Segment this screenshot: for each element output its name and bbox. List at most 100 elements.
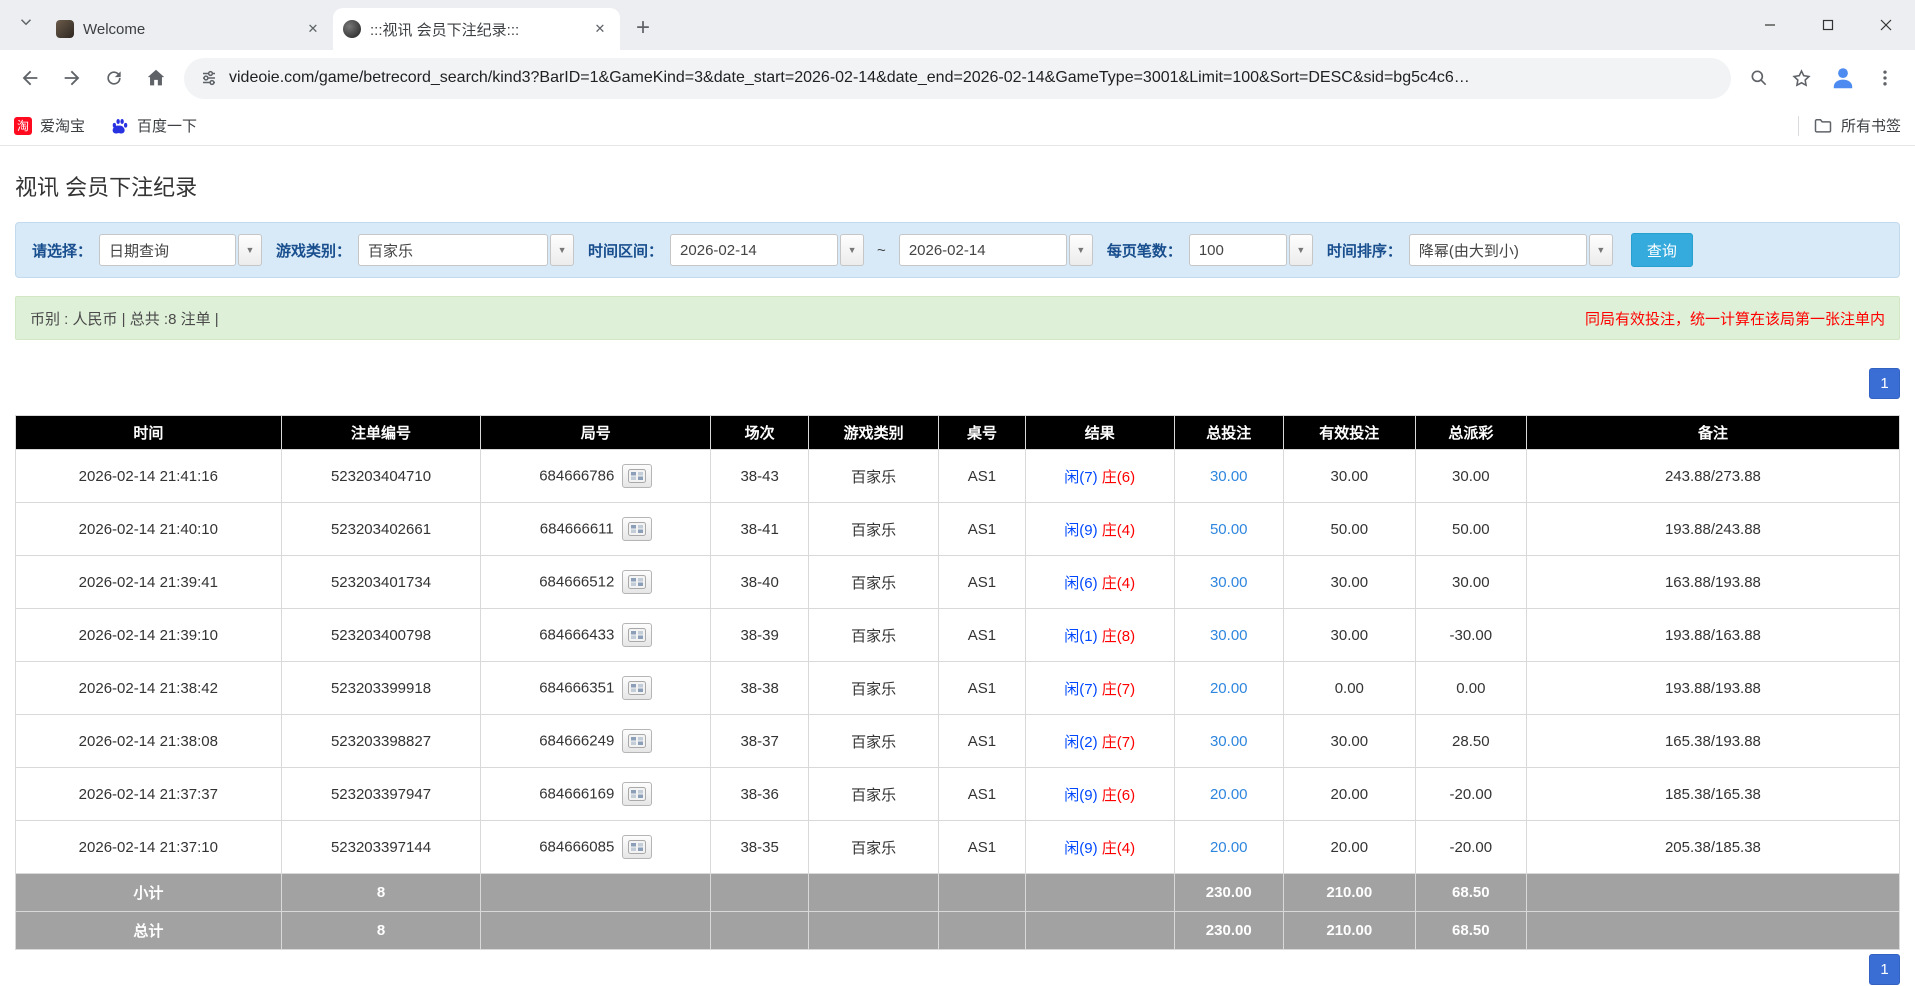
page-title: 视讯 会员下注纪录 [15,170,1900,202]
total-bet-link[interactable]: 30.00 [1210,574,1248,591]
site-settings-icon[interactable] [200,69,218,87]
video-replay-button[interactable] [622,464,652,488]
date-start-dropdown-button[interactable]: ▼ [840,234,864,266]
video-icon [628,522,646,536]
tab-welcome[interactable]: Welcome ✕ [46,8,333,50]
video-replay-button[interactable] [622,676,652,700]
cell-total-bet: 20.00 [1174,821,1283,874]
page-1-button[interactable]: 1 [1869,954,1900,985]
date-end-dropdown-button[interactable]: ▼ [1069,234,1093,266]
page-content: 视讯 会员下注纪录 请选择： ▼ 游戏类别： ▼ 时间区间： ▼ ~ [0,170,1915,985]
result-banker: 庄(4) [1102,840,1135,857]
bookmark-star-button[interactable] [1781,58,1821,98]
back-button[interactable] [10,58,50,98]
video-replay-button[interactable] [622,623,652,647]
game-kind-dropdown-button[interactable]: ▼ [550,234,574,266]
total-bet-link[interactable]: 50.00 [1210,521,1248,538]
cell-time: 2026-02-14 21:38:42 [16,662,282,715]
column-header: 结果 [1025,416,1174,450]
cell-game: 百家乐 [809,556,939,609]
cell-table-no: AS1 [939,609,1026,662]
new-tab-button[interactable]: + [626,11,660,45]
game-kind-input[interactable] [358,234,548,266]
cell-session: 38-39 [711,609,809,662]
result-banker: 庄(7) [1102,734,1135,751]
tab-favicon [343,20,361,38]
query-type-input[interactable] [99,234,236,266]
cell-session: 38-43 [711,450,809,503]
bookmarks-bar-right: 所有书签 [1798,115,1901,136]
tab-search-button[interactable] [8,4,44,40]
tab-close-icon[interactable]: ✕ [303,19,323,39]
summary-cell: 210.00 [1283,874,1415,912]
profile-avatar[interactable] [1823,58,1863,98]
total-bet-link[interactable]: 30.00 [1210,733,1248,750]
cell-time: 2026-02-14 21:37:10 [16,821,282,874]
filter-query-type: 请选择： ▼ [32,234,262,266]
cell-valid-bet: 30.00 [1283,556,1415,609]
cell-round-id: 684666249 [481,715,711,768]
cell-note: 185.38/165.38 [1526,768,1899,821]
bookmark-aitaobao[interactable]: 淘 爱淘宝 [14,115,85,136]
cell-table-no: AS1 [939,556,1026,609]
refresh-button[interactable] [94,58,134,98]
video-replay-button[interactable] [622,782,652,806]
filter-panel: 请选择： ▼ 游戏类别： ▼ 时间区间： ▼ ~ ▼ [15,222,1900,278]
cell-result: 闲(7) 庄(7) [1025,662,1174,715]
column-header: 场次 [711,416,809,450]
cell-session: 38-38 [711,662,809,715]
zoom-button[interactable] [1739,58,1779,98]
cell-total-bet: 50.00 [1174,503,1283,556]
minimize-button[interactable] [1741,0,1799,50]
total-bet-link[interactable]: 30.00 [1210,627,1248,644]
video-icon [628,469,646,483]
cell-time: 2026-02-14 21:41:16 [16,450,282,503]
round-id: 684666169 [539,786,614,803]
cell-valid-bet: 30.00 [1283,450,1415,503]
date-start-input[interactable] [670,234,838,266]
cell-bet-id: 523203397947 [281,768,481,821]
maximize-button[interactable] [1799,0,1857,50]
table-header-row: 时间注单编号局号场次游戏类别桌号结果总投注有效投注总派彩备注 [16,416,1900,450]
summary-cell: 8 [281,874,481,912]
cell-table-no: AS1 [939,715,1026,768]
cell-time: 2026-02-14 21:40:10 [16,503,282,556]
folder-icon [1813,116,1833,136]
total-bet-link[interactable]: 30.00 [1210,468,1248,485]
search-button[interactable]: 查询 [1631,233,1693,267]
bet-records-table: 时间注单编号局号场次游戏类别桌号结果总投注有效投注总派彩备注 2026-02-1… [15,415,1900,950]
sort-input[interactable] [1409,234,1587,266]
summary-cell [939,874,1026,912]
all-bookmarks-button[interactable]: 所有书签 [1813,115,1901,136]
browser-menu-button[interactable] [1865,58,1905,98]
per-page-dropdown-button[interactable]: ▼ [1289,234,1313,266]
summary-cell [809,874,939,912]
total-bet-link[interactable]: 20.00 [1210,786,1248,803]
total-bet-link[interactable]: 20.00 [1210,680,1248,697]
tab-close-icon[interactable]: ✕ [590,19,610,39]
cell-session: 38-41 [711,503,809,556]
round-id: 684666249 [539,733,614,750]
query-type-dropdown-button[interactable]: ▼ [238,234,262,266]
video-icon [628,787,646,801]
tab-betrecord[interactable]: :::视讯 会员下注纪录::: ✕ [333,8,620,50]
close-button[interactable] [1857,0,1915,50]
bookmark-baidu[interactable]: 百度一下 [111,115,197,136]
per-page-input[interactable] [1189,234,1287,266]
summary-notice-text: 同局有效投注，统一计算在该局第一张注单内 [1585,308,1885,329]
total-bet-link[interactable]: 20.00 [1210,839,1248,856]
url-bar[interactable]: videoie.com/game/betrecord_search/kind3?… [184,58,1731,99]
refresh-icon [104,68,124,88]
video-replay-button[interactable] [622,835,652,859]
video-replay-button[interactable] [622,517,652,541]
home-button[interactable] [136,58,176,98]
video-replay-button[interactable] [622,729,652,753]
cell-bet-id: 523203398827 [281,715,481,768]
date-end-input[interactable] [899,234,1067,266]
cell-bet-id: 523203402661 [281,503,481,556]
forward-button[interactable] [52,58,92,98]
video-replay-button[interactable] [622,570,652,594]
sort-dropdown-button[interactable]: ▼ [1589,234,1613,266]
column-header: 局号 [481,416,711,450]
page-1-button[interactable]: 1 [1869,368,1900,399]
